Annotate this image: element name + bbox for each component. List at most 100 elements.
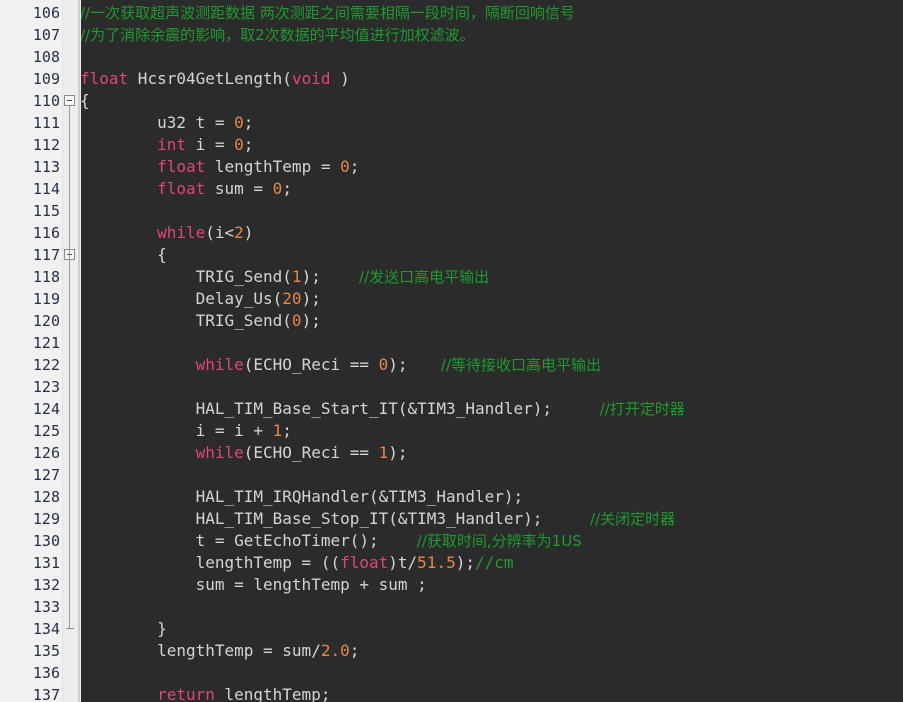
line-number: 108 <box>32 48 60 66</box>
code-line[interactable]: lengthTemp = ((float)t/51.5);//cm <box>80 552 514 574</box>
code-token-punc: ) <box>330 69 350 88</box>
line-number: 122 <box>32 356 60 374</box>
line-number: 119 <box>32 290 60 308</box>
line-number: 133 <box>32 598 60 616</box>
line-number: 127 <box>32 466 60 484</box>
code-token-punc: ); <box>301 289 321 308</box>
line-number: 114 <box>32 180 60 198</box>
line-number: 111 <box>32 114 60 132</box>
line-number: 137 <box>32 686 60 702</box>
code-token-id <box>80 443 196 462</box>
code-token-cmt: //为了消除余震的影响，取2次数据的平均值进行加权滤波。 <box>80 26 475 44</box>
gutter-divider <box>78 0 80 702</box>
code-line[interactable]: float sum = 0; <box>80 178 292 200</box>
code-token-punc: ; <box>282 179 292 198</box>
code-token-cmt: //发送口高电平输出 <box>320 268 490 286</box>
line-number: 130 <box>32 532 60 550</box>
line-number: 136 <box>32 664 60 682</box>
code-token-punc: ); <box>301 311 321 330</box>
code-token-punc: ( <box>243 355 254 374</box>
line-number: 120 <box>32 312 60 330</box>
code-token-id: HAL_TIM_Base_Stop_IT(&TIM3_Handler); <box>80 509 543 528</box>
code-line[interactable]: //一次获取超声波测距数据 两次测距之间需要相隔一段时间，隔断回响信号 <box>80 2 575 24</box>
code-token-id: lengthTemp = <box>205 157 341 176</box>
code-token-num: 1 <box>272 421 283 440</box>
fold-end-marker <box>66 628 74 629</box>
code-token-cmt-mono: //cm <box>474 553 514 572</box>
code-token-num: 0 <box>234 113 244 132</box>
code-token-num: 0 <box>234 135 244 154</box>
code-line[interactable]: while(ECHO_Reci == 0); //等待接收口高电平输出 <box>80 354 601 376</box>
line-number: 115 <box>32 202 60 220</box>
code-token-kw: float <box>157 179 206 198</box>
line-number: 128 <box>32 488 60 506</box>
code-token-id <box>80 135 157 154</box>
code-token-id: i< <box>214 223 235 242</box>
code-token-cmt: //等待接收口高电平输出 <box>407 356 602 374</box>
code-content[interactable]: //一次获取超声波测距数据 两次测距之间需要相隔一段时间，隔断回响信号 //为了消… <box>80 0 903 702</box>
code-line[interactable]: int i = 0; <box>80 134 253 156</box>
code-token-id: lengthTemp; <box>214 685 331 702</box>
editor-gutter[interactable]: 106 107 108 109 110 111 112 113 114 115 116 117 118 1… <box>0 0 81 702</box>
code-token-id: TRIG_Send( <box>80 267 292 286</box>
code-line[interactable]: lengthTemp = sum/2.0; <box>80 640 359 662</box>
code-token-cmt: //一次获取超声波测距数据 两次测距之间需要相隔一段时间，隔断回响信号 <box>80 4 575 22</box>
code-token-id: i = <box>185 135 235 154</box>
code-line[interactable]: { <box>80 244 167 266</box>
line-number: 131 <box>32 554 60 572</box>
code-line[interactable]: t = GetEchoTimer(); //获取时间,分辨率为1US <box>80 530 582 552</box>
code-line[interactable]: while(i<2) <box>80 222 253 244</box>
code-token-cmt: //打开定时器 <box>552 400 685 418</box>
code-token-kw: while <box>195 355 244 374</box>
code-token-num: 0 <box>340 157 350 176</box>
code-token-kw: float <box>80 69 129 88</box>
line-number: 116 <box>32 224 60 242</box>
code-line[interactable]: { <box>80 90 90 112</box>
code-token-kw: float <box>157 157 206 176</box>
code-line[interactable]: float lengthTemp = 0; <box>80 156 359 178</box>
code-line[interactable]: HAL_TIM_IRQHandler(&TIM3_Handler); <box>80 486 524 508</box>
code-token-punc: ; <box>243 113 254 132</box>
code-token-id: sum = <box>205 179 273 198</box>
code-token-num: 51.5 <box>417 553 456 572</box>
code-token-id: TRIG_Send( <box>80 311 292 330</box>
code-line[interactable]: sum = lengthTemp + sum ; <box>80 574 427 596</box>
code-token-punc: ; <box>349 641 360 660</box>
line-number: 135 <box>32 642 60 660</box>
code-line[interactable]: while(ECHO_Reci == 1); <box>80 442 408 464</box>
code-line[interactable]: TRIG_Send(0); <box>80 310 321 332</box>
line-number: 109 <box>32 70 60 88</box>
line-number: 113 <box>32 158 60 176</box>
code-token-id: Hcsr04GetLength( <box>128 69 292 88</box>
code-line[interactable]: float Hcsr04GetLength(void ) <box>80 68 350 90</box>
code-token-kw: while <box>195 443 244 462</box>
fold-toggle-icon[interactable] <box>64 95 75 106</box>
code-token-id: )t/ <box>388 553 418 572</box>
code-token-id: ECHO_Reci == <box>253 443 379 462</box>
line-number: 134 <box>32 620 60 638</box>
code-line[interactable]: Delay_Us(20); <box>80 288 321 310</box>
code-token-punc: ); <box>388 443 408 462</box>
code-token-kw: int <box>157 135 186 154</box>
code-editor[interactable]: 106 107 108 109 110 111 112 113 114 115 116 117 118 1… <box>0 0 903 702</box>
code-line[interactable]: HAL_TIM_Base_Stop_IT(&TIM3_Handler); //关… <box>80 508 676 530</box>
code-line[interactable]: i = i + 1; <box>80 420 292 442</box>
code-token-id: lengthTemp = (( <box>80 553 341 572</box>
code-token-punc: ) <box>243 223 254 242</box>
code-line[interactable]: //为了消除余震的影响，取2次数据的平均值进行加权滤波。 <box>80 24 475 46</box>
code-token-num: 0 <box>272 179 283 198</box>
code-token-kw: while <box>157 223 206 242</box>
line-number: 124 <box>32 400 60 418</box>
code-line[interactable]: } <box>80 618 167 640</box>
code-token-cmt: //关闭定时器 <box>542 510 676 528</box>
line-number: 118 <box>32 268 60 286</box>
code-token-id: ECHO_Reci == <box>253 355 379 374</box>
code-token-cmt: //获取时间,分辨率为1US <box>378 532 582 550</box>
code-line[interactable]: HAL_TIM_Base_Start_IT(&TIM3_Handler); //… <box>80 398 685 420</box>
code-line[interactable]: return lengthTemp; <box>80 684 330 702</box>
code-token-punc: } <box>80 619 167 638</box>
code-token-num: 20 <box>282 289 302 308</box>
code-line[interactable]: u32 t = 0; <box>80 112 253 134</box>
code-line[interactable]: TRIG_Send(1); //发送口高电平输出 <box>80 266 490 288</box>
code-token-punc: ; <box>349 157 360 176</box>
